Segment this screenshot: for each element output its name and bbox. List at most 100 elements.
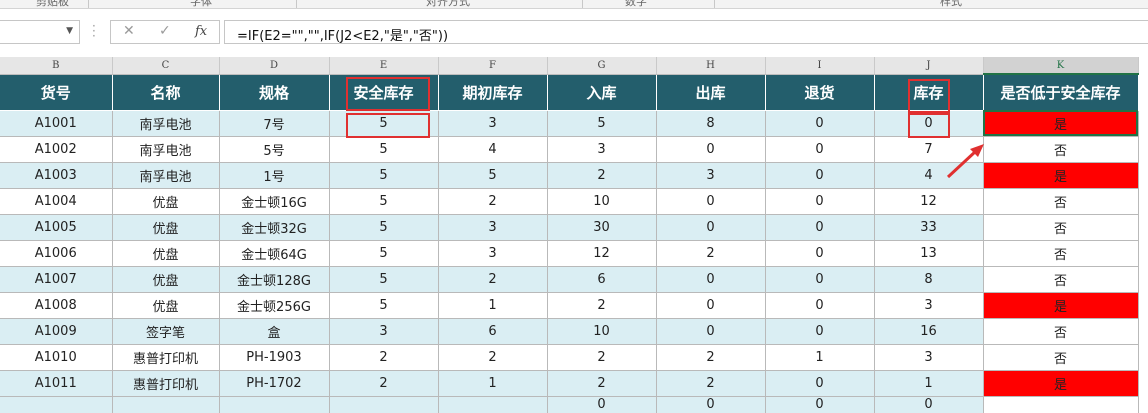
table-cell[interactable]: 0 <box>765 396 875 413</box>
table-cell[interactable]: 3 <box>547 136 657 163</box>
table-cell[interactable]: 3 <box>438 214 548 241</box>
table-cell[interactable]: 12 <box>874 188 984 215</box>
table-cell[interactable]: 0 <box>765 370 875 397</box>
table-cell[interactable]: 0 <box>874 396 984 413</box>
flag-cell[interactable]: 否 <box>983 318 1139 345</box>
table-cell[interactable]: 金士顿128G <box>219 266 330 293</box>
table-cell[interactable]: 5 <box>329 136 439 163</box>
flag-cell[interactable]: 否 <box>983 240 1139 267</box>
header-cell[interactable]: 货号 <box>0 74 113 111</box>
enter-icon[interactable]: ✓ <box>159 23 171 39</box>
table-cell[interactable]: 1 <box>765 344 875 371</box>
column-header-h[interactable]: H <box>656 57 766 75</box>
table-cell[interactable]: A1011 <box>0 370 113 397</box>
table-cell[interactable]: 1 <box>438 292 548 319</box>
flag-cell[interactable]: 否 <box>983 266 1139 293</box>
table-cell[interactable]: 3 <box>438 110 548 137</box>
table-cell[interactable]: 0 <box>765 214 875 241</box>
table-cell[interactable]: 0 <box>765 162 875 189</box>
column-header-e[interactable]: E <box>329 57 439 75</box>
table-cell[interactable]: 3 <box>656 162 766 189</box>
table-cell[interactable]: A1004 <box>0 188 113 215</box>
table-cell[interactable]: 2 <box>547 162 657 189</box>
table-cell[interactable]: A1008 <box>0 292 113 319</box>
table-cell[interactable] <box>219 396 330 413</box>
table-cell[interactable]: 金士顿64G <box>219 240 330 267</box>
flag-cell[interactable]: 否 <box>983 188 1139 215</box>
table-cell[interactable]: 0 <box>656 214 766 241</box>
header-cell[interactable]: 入库 <box>547 74 657 111</box>
column-header-i[interactable]: I <box>765 57 875 75</box>
table-cell[interactable]: 2 <box>547 370 657 397</box>
table-cell[interactable]: 1 <box>438 370 548 397</box>
table-cell[interactable]: 2 <box>438 188 548 215</box>
table-cell[interactable]: 3 <box>874 344 984 371</box>
table-cell[interactable]: 惠普打印机 <box>112 344 220 371</box>
table-cell[interactable]: 南孚电池 <box>112 110 220 137</box>
header-cell[interactable]: 安全库存 <box>329 74 439 111</box>
table-cell[interactable] <box>112 396 220 413</box>
table-cell[interactable]: 8 <box>656 110 766 137</box>
header-cell[interactable]: 规格 <box>219 74 330 111</box>
table-cell[interactable]: 4 <box>438 136 548 163</box>
column-header-c[interactable]: C <box>112 57 220 75</box>
table-cell[interactable]: 0 <box>656 318 766 345</box>
flag-cell[interactable]: 是 <box>983 162 1139 189</box>
column-header-d[interactable]: D <box>219 57 330 75</box>
table-cell[interactable] <box>438 396 548 413</box>
table-cell[interactable] <box>329 396 439 413</box>
flag-cell[interactable]: 否 <box>983 136 1139 163</box>
table-cell[interactable]: A1006 <box>0 240 113 267</box>
table-cell[interactable]: 0 <box>656 136 766 163</box>
table-cell[interactable]: 优盘 <box>112 292 220 319</box>
table-cell[interactable]: 0 <box>765 188 875 215</box>
table-cell[interactable]: 0 <box>765 266 875 293</box>
insert-function-icon[interactable]: fx <box>195 24 207 39</box>
table-cell[interactable]: 2 <box>547 344 657 371</box>
table-cell[interactable]: 2 <box>438 344 548 371</box>
table-cell[interactable]: 南孚电池 <box>112 136 220 163</box>
table-cell[interactable] <box>983 396 1139 413</box>
table-cell[interactable]: PH-1903 <box>219 344 330 371</box>
table-cell[interactable]: 10 <box>547 188 657 215</box>
table-cell[interactable]: 5 <box>438 162 548 189</box>
table-cell[interactable]: 0 <box>765 292 875 319</box>
table-cell[interactable]: 优盘 <box>112 240 220 267</box>
table-cell[interactable]: 签字笔 <box>112 318 220 345</box>
header-cell[interactable]: 期初库存 <box>438 74 548 111</box>
table-cell[interactable]: 3 <box>438 240 548 267</box>
flag-cell[interactable]: 是 <box>983 292 1139 319</box>
table-cell[interactable]: 12 <box>547 240 657 267</box>
table-cell[interactable]: 盒 <box>219 318 330 345</box>
table-cell[interactable]: 0 <box>765 318 875 345</box>
header-cell[interactable]: 库存 <box>874 74 984 111</box>
column-header-g[interactable]: G <box>547 57 657 75</box>
table-cell[interactable]: 3 <box>874 292 984 319</box>
table-cell[interactable]: 3 <box>329 318 439 345</box>
table-cell[interactable]: 5 <box>329 110 439 137</box>
table-cell[interactable]: 2 <box>329 370 439 397</box>
formula-input[interactable]: =IF(E2="","",IF(J2<E2,"是","否")) <box>224 20 1148 44</box>
table-cell[interactable]: 6 <box>438 318 548 345</box>
column-header-j[interactable]: J <box>874 57 984 75</box>
table-cell[interactable]: 7号 <box>219 110 330 137</box>
flag-cell[interactable]: 否 <box>983 344 1139 371</box>
table-cell[interactable]: 金士顿32G <box>219 214 330 241</box>
table-cell[interactable]: 2 <box>656 370 766 397</box>
table-cell[interactable]: 金士顿16G <box>219 188 330 215</box>
table-cell[interactable]: 1 <box>874 370 984 397</box>
table-cell[interactable]: 5 <box>329 266 439 293</box>
table-cell[interactable]: PH-1702 <box>219 370 330 397</box>
table-cell[interactable]: 2 <box>547 292 657 319</box>
table-cell[interactable]: 5 <box>329 292 439 319</box>
table-cell[interactable]: 金士顿256G <box>219 292 330 319</box>
flag-cell[interactable]: 否 <box>983 214 1139 241</box>
table-cell[interactable]: A1009 <box>0 318 113 345</box>
table-cell[interactable]: 13 <box>874 240 984 267</box>
table-cell[interactable]: 30 <box>547 214 657 241</box>
table-cell[interactable]: 南孚电池 <box>112 162 220 189</box>
column-header-k[interactable]: K <box>983 57 1139 75</box>
header-cell[interactable]: 出库 <box>656 74 766 111</box>
table-cell[interactable]: 0 <box>547 396 657 413</box>
table-cell[interactable]: 优盘 <box>112 266 220 293</box>
